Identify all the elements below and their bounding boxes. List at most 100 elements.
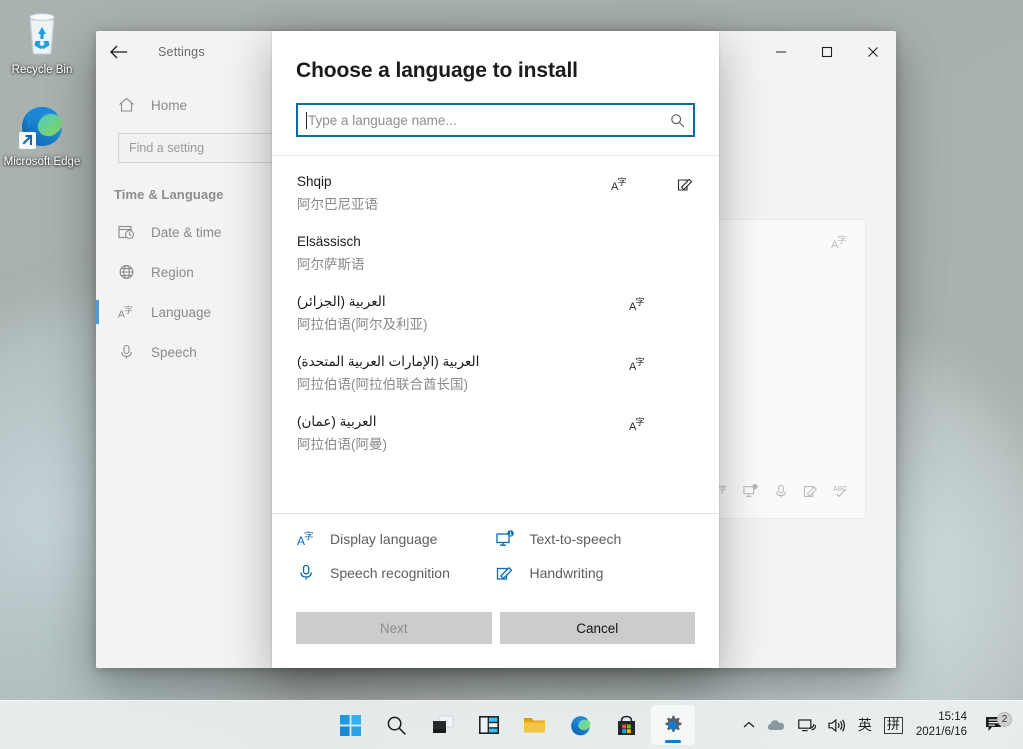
windows-logo-icon (340, 715, 361, 736)
language-feature-icons: A字 (629, 295, 647, 313)
settings-taskbar-button[interactable] (651, 705, 695, 745)
handwriting-icon (677, 175, 695, 193)
volume-icon (828, 718, 846, 733)
legend-label: Text-to-speech (530, 531, 622, 547)
list-item[interactable]: العربية (عمان) 阿拉伯语(阿曼) A字 (272, 404, 719, 464)
calendar-clock-icon (118, 224, 135, 240)
notification-count-badge: 2 (997, 712, 1012, 727)
minimize-button[interactable] (758, 31, 804, 73)
svg-text:字: 字 (304, 531, 314, 543)
legend-label: Speech recognition (330, 565, 450, 581)
desktop-icon-label: Microsoft Edge (4, 156, 81, 168)
ime-language-button[interactable]: 英 (853, 705, 877, 745)
search-icon (386, 715, 407, 736)
desktop-icon-label: Recycle Bin (12, 64, 73, 76)
edge-icon (0, 100, 84, 152)
globe-icon (118, 264, 135, 280)
choose-language-dialog: Choose a language to install Type a lang… (272, 31, 719, 668)
back-button[interactable] (96, 31, 140, 73)
svg-text:字: 字 (719, 484, 727, 494)
chevron-up-icon (743, 720, 755, 730)
task-view-icon (432, 715, 454, 735)
microsoft-store-button[interactable] (605, 705, 649, 745)
language-translated-name: 阿拉伯语(阿曼) (297, 434, 695, 456)
close-button[interactable] (850, 31, 896, 73)
home-icon (118, 97, 135, 113)
legend-label: Display language (330, 531, 437, 547)
maximize-icon (821, 46, 833, 58)
list-item[interactable]: العربية (الجزائر) 阿拉伯语(阿尔及利亚) A字 (272, 284, 719, 344)
language-feature-icons: A字 (713, 484, 849, 504)
language-translated-name: 阿拉伯语(阿拉伯联合酋长国) (297, 374, 695, 396)
search-icon[interactable] (670, 113, 685, 128)
svg-text:字: 字 (636, 356, 645, 368)
cancel-button[interactable]: Cancel (500, 612, 696, 644)
minimize-icon (775, 46, 787, 58)
list-item[interactable]: العربية (الإمارات العربية المتحدة) 阿拉伯语(… (272, 344, 719, 404)
legend-item-handwriting: Handwriting (496, 564, 696, 582)
language-search-input[interactable]: Type a language name... (296, 103, 695, 137)
legend-item-display-language: A字 Display language (296, 530, 496, 548)
dialog-title: Choose a language to install (272, 31, 719, 83)
clock-button[interactable]: 15:14 2021/6/16 (910, 710, 975, 740)
tray-chevron-button[interactable] (738, 705, 760, 745)
list-item[interactable]: Elsässisch 阿尔萨斯语 (272, 224, 719, 284)
sidebar-item-label: Language (151, 305, 211, 320)
speech-recognition-icon (773, 484, 789, 504)
display-language-icon: A字 (629, 355, 647, 373)
svg-text:字: 字 (838, 234, 847, 246)
ime-mode-button[interactable]: 拼 (879, 705, 908, 745)
speech-recognition-icon (296, 564, 316, 582)
text-to-speech-icon (743, 484, 759, 504)
svg-text:字: 字 (636, 416, 645, 428)
display-language-icon: A字 (611, 175, 629, 193)
network-tray-button[interactable] (793, 705, 821, 745)
notification-center-button[interactable]: 2 (977, 715, 1015, 735)
start-button[interactable] (329, 705, 373, 745)
maximize-button[interactable] (804, 31, 850, 73)
widgets-icon (478, 715, 500, 735)
microsoft-edge-button[interactable] (559, 705, 603, 745)
search-button[interactable] (375, 705, 419, 745)
file-explorer-button[interactable] (513, 705, 557, 745)
ime-mode-label: 拼 (884, 717, 903, 734)
sidebar-item-label: Speech (151, 345, 197, 360)
taskbar-apps (329, 705, 695, 745)
desktop-icon-microsoft-edge[interactable]: Microsoft Edge (0, 100, 84, 169)
widgets-button[interactable] (467, 705, 511, 745)
volume-tray-button[interactable] (823, 705, 851, 745)
task-view-button[interactable] (421, 705, 465, 745)
back-arrow-icon (110, 45, 127, 59)
list-item[interactable]: Shqip 阿尔巴尼亚语 A字 (272, 164, 719, 224)
next-button[interactable]: Next (296, 612, 492, 644)
language-feature-icons: A字 (629, 415, 647, 433)
window-controls (758, 31, 896, 73)
svg-text:字: 字 (124, 304, 133, 315)
taskbar: 英 拼 15:14 2021/6/16 2 (0, 700, 1023, 749)
dialog-buttons: Next Cancel (272, 590, 719, 668)
language-translated-name: 阿尔萨斯语 (297, 254, 695, 276)
onedrive-icon (767, 718, 786, 732)
text-to-speech-icon (496, 530, 516, 548)
text-caret (306, 112, 307, 129)
find-setting-placeholder: Find a setting (129, 141, 204, 155)
feature-legend: A字 Display language Text-to-speech (272, 514, 719, 590)
language-list[interactable]: Shqip 阿尔巴尼亚语 A字 Elsässisch 阿尔萨斯 (272, 156, 719, 513)
language-native-name: Elsässisch (297, 232, 695, 252)
dialog-search-wrapper: Type a language name... (272, 83, 719, 155)
ime-language-label: 英 (858, 715, 872, 735)
microphone-icon (118, 344, 135, 360)
network-icon (798, 718, 816, 733)
settings-title: Settings (158, 45, 205, 59)
system-tray: 英 拼 15:14 2021/6/16 2 (738, 705, 1015, 745)
sidebar-item-label: Home (151, 98, 187, 113)
close-icon (867, 46, 879, 58)
edge-icon (569, 714, 592, 737)
desktop-icon-recycle-bin[interactable]: Recycle Bin (0, 8, 84, 77)
svg-text:字: 字 (618, 176, 627, 188)
recycle-bin-icon (0, 8, 84, 60)
clock-date: 2021/6/16 (916, 725, 967, 740)
display-language-icon: A字 (296, 530, 316, 548)
onedrive-tray-button[interactable] (762, 705, 791, 745)
language-translated-name: 阿拉伯语(阿尔及利亚) (297, 314, 695, 336)
